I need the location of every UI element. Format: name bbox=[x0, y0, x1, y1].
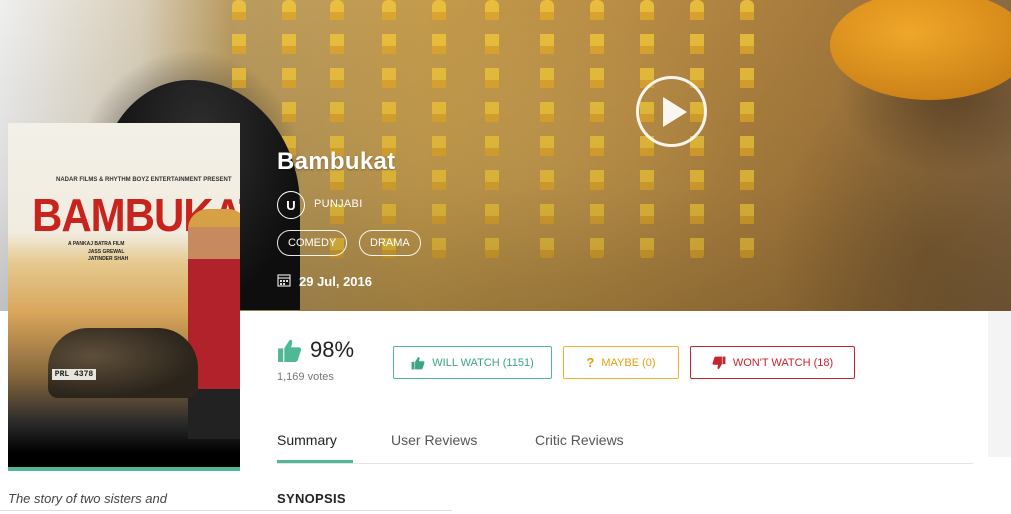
genre-tag-drama[interactable]: DRAMA bbox=[359, 230, 421, 256]
release-date: 29 Jul, 2016 bbox=[299, 274, 372, 289]
will-watch-label: WILL WATCH (1151) bbox=[432, 356, 534, 369]
poster-director: A PANKAJ BATRA FILM bbox=[68, 241, 125, 247]
thumbs-up-icon bbox=[411, 356, 425, 369]
poster-music: JATINDER SHAH bbox=[88, 256, 129, 262]
question-icon: ? bbox=[586, 355, 595, 370]
poster-motorcycle bbox=[48, 328, 198, 398]
movie-poster[interactable]: NADAR FILMS & RHYTHM BOYZ ENTERTAINMENT … bbox=[8, 123, 240, 471]
play-icon bbox=[662, 96, 687, 127]
rating-percent: 98% bbox=[310, 337, 355, 362]
poster-accent-bar bbox=[8, 467, 240, 471]
tab-critic-reviews[interactable]: Critic Reviews bbox=[535, 432, 624, 448]
divider-line bbox=[0, 510, 452, 511]
calendar-icon bbox=[277, 274, 291, 287]
maybe-label: MAYBE (0) bbox=[601, 356, 656, 369]
play-trailer-button[interactable] bbox=[636, 76, 707, 147]
poster-license-plate: PRL 4378 bbox=[52, 369, 96, 380]
wont-watch-label: WON'T WATCH (18) bbox=[732, 356, 834, 369]
side-panel bbox=[988, 311, 1011, 457]
poster-starring: JASS GREWAL bbox=[88, 249, 125, 255]
tab-summary[interactable]: Summary bbox=[277, 432, 337, 448]
movie-title: Bambukat bbox=[277, 148, 396, 175]
story-snippet: The story of two sisters and bbox=[8, 491, 167, 506]
genre-tag-comedy[interactable]: COMEDY bbox=[277, 230, 348, 256]
vote-count: 1,169 votes bbox=[277, 371, 334, 383]
tab-user-reviews[interactable]: User Reviews bbox=[391, 432, 477, 448]
synopsis-heading: SYNOPSIS bbox=[277, 491, 346, 506]
active-tab-indicator bbox=[277, 460, 353, 463]
tab-divider bbox=[277, 463, 973, 464]
thumbs-down-icon bbox=[712, 356, 726, 369]
will-watch-button[interactable]: WILL WATCH (1151) bbox=[393, 346, 552, 379]
certificate-badge: U bbox=[277, 191, 305, 219]
poster-presenters: NADAR FILMS & RHYTHM BOYZ ENTERTAINMENT … bbox=[56, 177, 232, 183]
wont-watch-button[interactable]: WON'T WATCH (18) bbox=[690, 346, 855, 379]
thumbs-up-icon bbox=[278, 339, 302, 362]
maybe-button[interactable]: ? MAYBE (0) bbox=[563, 346, 679, 379]
movie-language: PUNJABI bbox=[314, 198, 363, 210]
poster-figure bbox=[188, 209, 240, 439]
